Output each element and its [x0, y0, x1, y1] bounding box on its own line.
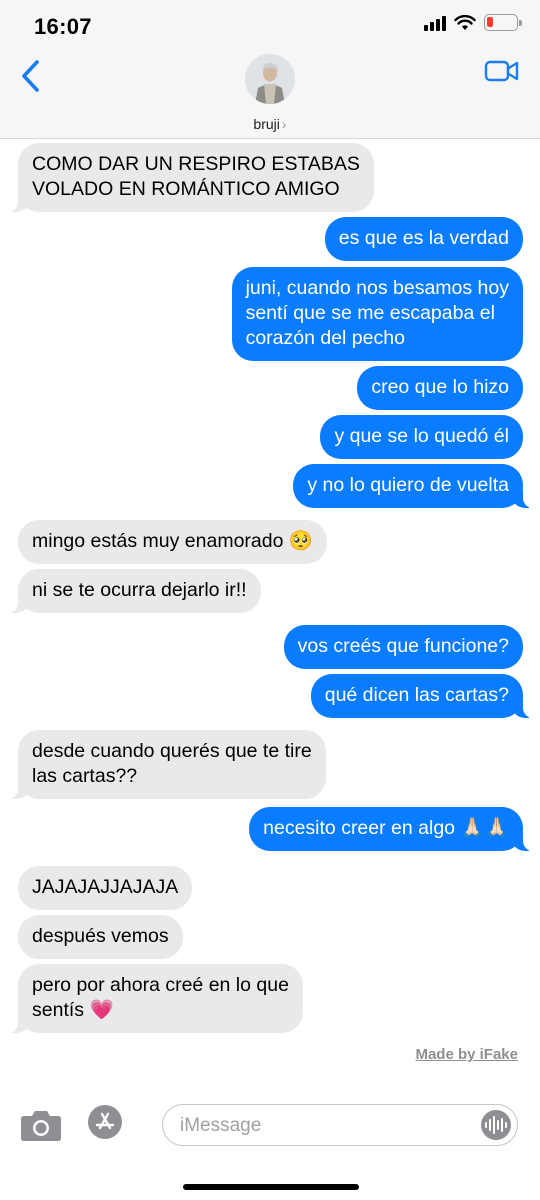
outgoing-message[interactable]: y que se lo quedó él [320, 415, 523, 459]
outgoing-message[interactable]: y no lo quiero de vuelta [293, 464, 533, 508]
audio-waveform-icon[interactable] [481, 1110, 511, 1140]
message-input-placeholder: iMessage [180, 1115, 262, 1136]
avatar-photo [245, 54, 295, 104]
app-store-glyph [95, 1112, 115, 1130]
status-bar: 16:07 [0, 0, 540, 50]
battery-level [487, 17, 493, 27]
incoming-message[interactable]: COMO DAR UN RESPIRO ESTABAS VOLADO EN RO… [8, 143, 374, 212]
outgoing-message[interactable]: juni, cuando nos besamos hoy sentí que s… [231, 267, 523, 361]
wifi-icon [454, 14, 476, 30]
home-indicator[interactable] [183, 1184, 359, 1190]
outgoing-message[interactable]: necesito creer en algo 🙏🏻🙏🏻 [249, 807, 533, 851]
incoming-message[interactable]: después vemos [18, 915, 183, 959]
incoming-message[interactable]: mingo estás muy enamorado 🥺 [18, 520, 328, 564]
camera-icon[interactable] [20, 1108, 62, 1142]
incoming-message[interactable]: JAJAJAJJAJAJA [18, 866, 193, 910]
video-camera-icon[interactable] [484, 58, 520, 84]
battery-icon [484, 14, 522, 31]
incoming-message[interactable]: pero por ahora creé en lo que sentís 💗 [8, 964, 303, 1033]
chevron-right-icon: › [281, 116, 287, 132]
outgoing-message[interactable]: es que es la verdad [324, 217, 523, 261]
status-icons [424, 14, 522, 31]
incoming-message[interactable]: ni se te ocurra dejarlo ir!! [8, 569, 261, 613]
input-bar: iMessage [0, 1074, 540, 1200]
outgoing-message[interactable]: vos creés que funcione? [283, 625, 523, 669]
outgoing-message[interactable]: qué dicen las cartas? [310, 674, 534, 718]
message-thread[interactable]: COMO DAR UN RESPIRO ESTABAS VOLADO EN RO… [0, 139, 540, 1074]
signal-icon [424, 15, 446, 31]
contact-name[interactable]: bruji [253, 116, 279, 132]
conversation-header: bruji › [0, 50, 540, 139]
app-store-icon[interactable] [88, 1105, 122, 1139]
watermark: Made by iFake [415, 1046, 518, 1063]
status-time: 16:07 [34, 14, 92, 39]
incoming-message[interactable]: desde cuando querés que te tire las cart… [8, 730, 326, 799]
message-input[interactable]: iMessage [162, 1104, 518, 1146]
contact-avatar[interactable] [245, 54, 295, 104]
outgoing-message[interactable]: creo que lo hizo [357, 366, 523, 410]
back-chevron-icon[interactable] [18, 56, 44, 96]
contact-name-row[interactable]: bruji › [0, 116, 540, 132]
